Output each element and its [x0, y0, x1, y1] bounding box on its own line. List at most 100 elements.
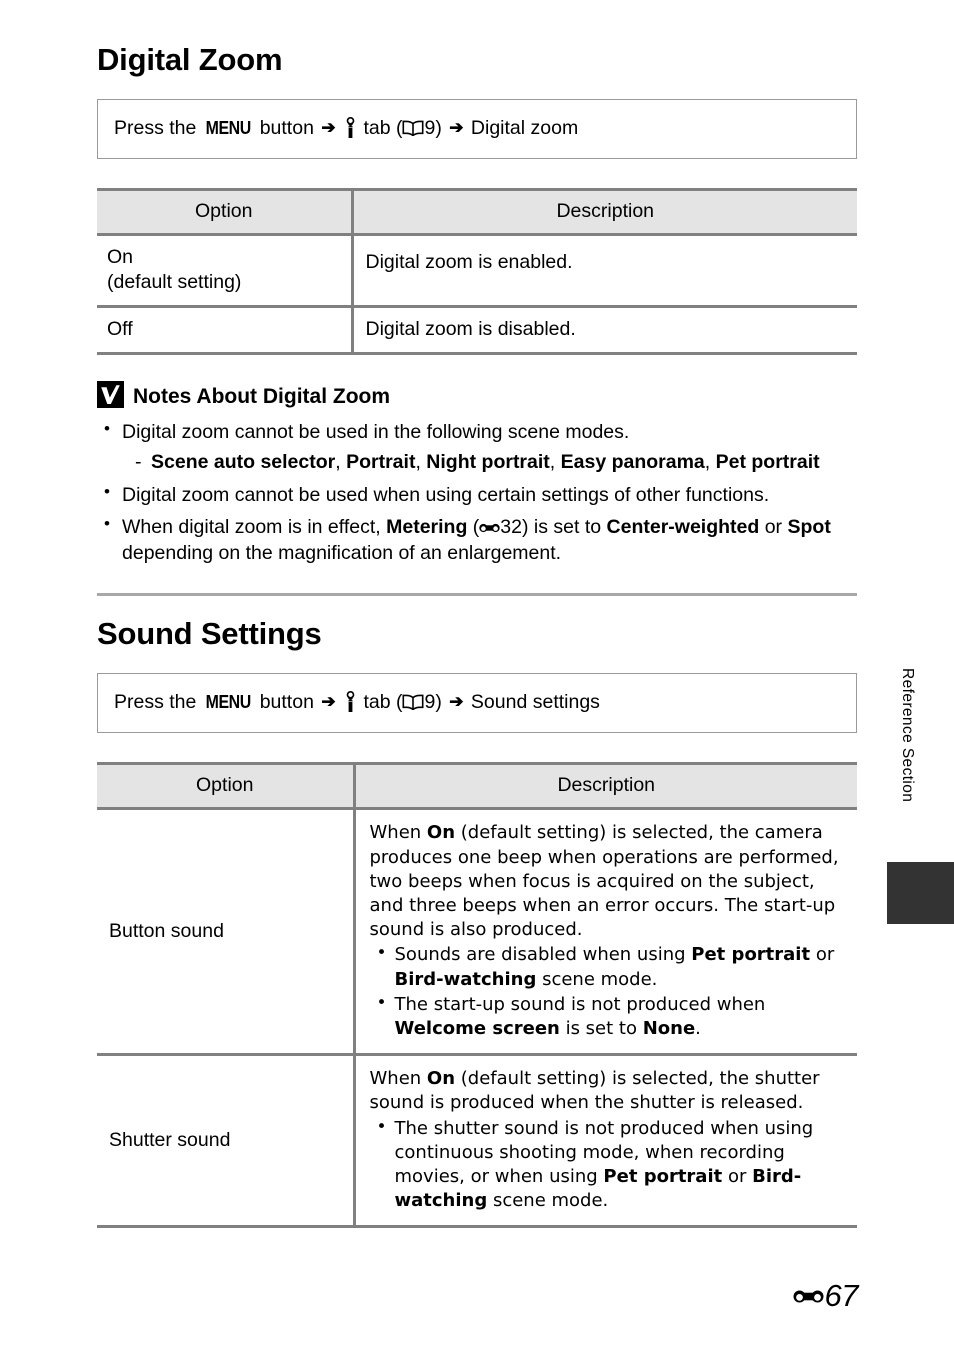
note-item: Digital zoom cannot be used when using c…: [97, 481, 857, 508]
section-divider: [97, 593, 857, 597]
nav-prefix: Press the: [114, 691, 197, 714]
nav-destination: Digital zoom: [470, 116, 579, 139]
bullet-p3: scene mode.: [487, 1190, 609, 1212]
column-header-description: Description: [354, 762, 857, 811]
setup-wrench-icon: [343, 116, 358, 138]
table-sound-settings: Option Description Button sound When On …: [97, 762, 857, 1229]
bullet-b2: None: [642, 1017, 696, 1039]
bullet-b1: Pet portrait: [691, 944, 811, 966]
column-header-description: Description: [352, 187, 857, 236]
page-number: 67: [793, 1277, 859, 1313]
description-bullets: Sounds are disabled when using Pet portr…: [370, 942, 850, 1041]
nav-path-sound-settings: Press the MENU button ➔ tab ( 9) ➔ Sound…: [97, 673, 857, 734]
scene-mode-5: Pet portrait: [715, 450, 820, 473]
metering-bold2: Center-weighted: [606, 516, 760, 539]
bullet-p1: Sounds are disabled when using: [394, 944, 692, 966]
arrow-icon-2: ➔: [449, 692, 464, 712]
page-content: Digital Zoom Press the MENU button ➔ tab…: [97, 43, 857, 1229]
intro-paragraph: When On (default setting) is selected, t…: [370, 1067, 850, 1115]
bullet-p1: The start-up sound is not produced when: [394, 993, 766, 1015]
reference-section-icon: [479, 515, 500, 533]
nav-ref-close: ): [435, 691, 442, 714]
note-text: Digital zoom cannot be used when using c…: [122, 484, 770, 507]
nav-ref-close: ): [435, 116, 442, 139]
note-text: Digital zoom cannot be used in the follo…: [122, 420, 630, 443]
bullet-b1: Pet portrait: [603, 1166, 723, 1187]
side-tab-marker: [887, 862, 954, 924]
bullet-p2: is set to: [559, 1017, 643, 1039]
scene-mode-3: Night portrait: [426, 450, 550, 473]
intro-paragraph: When On (default setting) is selected, t…: [370, 821, 850, 942]
caution-check-icon: [97, 380, 124, 408]
nav-after-menu: button: [259, 691, 314, 714]
scene-mode-4: Easy panorama: [560, 450, 705, 473]
notes-heading-text: Notes About Digital Zoom: [133, 384, 391, 408]
table-header-row: Option Description: [97, 762, 857, 811]
bullet-b1: Welcome screen: [394, 1017, 560, 1039]
bullet-p3: scene mode.: [536, 968, 658, 990]
side-tab-label: Reference Section: [899, 668, 916, 803]
arrow-icon: ➔: [321, 692, 336, 712]
intro-p1: When: [369, 1068, 427, 1090]
scene-mode-1: Scene auto selector: [151, 450, 336, 473]
menu-button-glyph: MENU: [205, 116, 251, 138]
manual-book-icon: [402, 118, 424, 137]
cell-option-shutter-sound: Shutter sound: [97, 1054, 356, 1229]
cell-description-shutter-sound: When On (default setting) is selected, t…: [354, 1054, 857, 1229]
table-row: Button sound When On (default setting) i…: [97, 808, 857, 1057]
column-header-option: Option: [97, 187, 354, 236]
intro-p1: When: [369, 822, 427, 844]
setup-wrench-icon: [343, 691, 358, 713]
page-number-value: 67: [824, 1278, 859, 1313]
manual-page: Digital Zoom Press the MENU button ➔ tab…: [0, 0, 954, 1345]
arrow-icon: ➔: [321, 117, 336, 137]
table-row: On (default setting) Digital zoom is ena…: [97, 234, 857, 308]
notes-block-digital-zoom: Notes About Digital Zoom Digital zoom ca…: [97, 380, 857, 567]
nav-ref-page: 9: [424, 116, 436, 139]
cell-description-off: Digital zoom is disabled.: [352, 306, 857, 355]
scene-mode-row: Scene auto selector, Portrait, Night por…: [122, 449, 857, 475]
nav-prefix: Press the: [114, 116, 197, 139]
bullet-item: The start-up sound is not produced when …: [370, 992, 850, 1041]
notes-list: Digital zoom cannot be used in the follo…: [97, 418, 857, 567]
metering-part3: ) is set to: [522, 516, 607, 539]
metering-part1: When digital zoom is in effect,: [122, 516, 387, 539]
arrow-icon-2: ➔: [449, 117, 464, 137]
bullet-b2: Bird-watching: [394, 968, 537, 990]
note-item: Digital zoom cannot be used in the follo…: [97, 418, 857, 475]
reference-section-icon: [793, 1277, 824, 1303]
cell-description-on: Digital zoom is enabled.: [352, 234, 857, 308]
page-footer: 67: [0, 1277, 954, 1314]
cell-option-off: Off: [97, 306, 354, 355]
cell-description-button-sound: When On (default setting) is selected, t…: [354, 808, 857, 1057]
manual-book-icon: [402, 692, 424, 711]
menu-button-glyph: MENU: [205, 691, 251, 713]
metering-part4: or: [759, 516, 788, 539]
scene-mode-list: Scene auto selector, Portrait, Night por…: [122, 449, 857, 475]
table-row: Shutter sound When On (default setting) …: [97, 1054, 857, 1229]
nav-after-menu: button: [259, 116, 314, 139]
intro-b1: On: [426, 1068, 456, 1090]
notes-heading: Notes About Digital Zoom: [97, 380, 857, 408]
cell-option-button-sound: Button sound: [97, 808, 356, 1057]
nav-destination: Sound settings: [470, 691, 600, 714]
table-digital-zoom: Option Description On (default setting) …: [97, 187, 857, 355]
option-on-line2: (default setting): [107, 270, 242, 293]
bullet-p2: or: [810, 944, 835, 966]
intro-b1: On: [426, 822, 456, 844]
bullet-p2: or: [722, 1166, 753, 1187]
metering-part2: (: [467, 516, 480, 539]
nav-path-digital-zoom: Press the MENU button ➔ tab ( 9) ➔ Digit…: [97, 98, 857, 159]
description-bullets: The shutter sound is not produced when u…: [370, 1116, 850, 1214]
note-item-metering: When digital zoom is in effect, Metering…: [97, 513, 857, 566]
section-title-sound-settings: Sound Settings: [97, 616, 322, 652]
cell-option-on: On (default setting): [97, 234, 354, 308]
table-header-row: Option Description: [97, 187, 857, 236]
bullet-p3: .: [695, 1017, 701, 1039]
nav-tab-word: tab: [363, 116, 391, 139]
nav-ref-page: 9: [424, 691, 436, 714]
column-header-option: Option: [97, 762, 356, 811]
metering-ref-page: 32: [500, 516, 522, 539]
metering-bold: Metering: [386, 516, 468, 539]
nav-tab-word: tab: [363, 691, 391, 714]
